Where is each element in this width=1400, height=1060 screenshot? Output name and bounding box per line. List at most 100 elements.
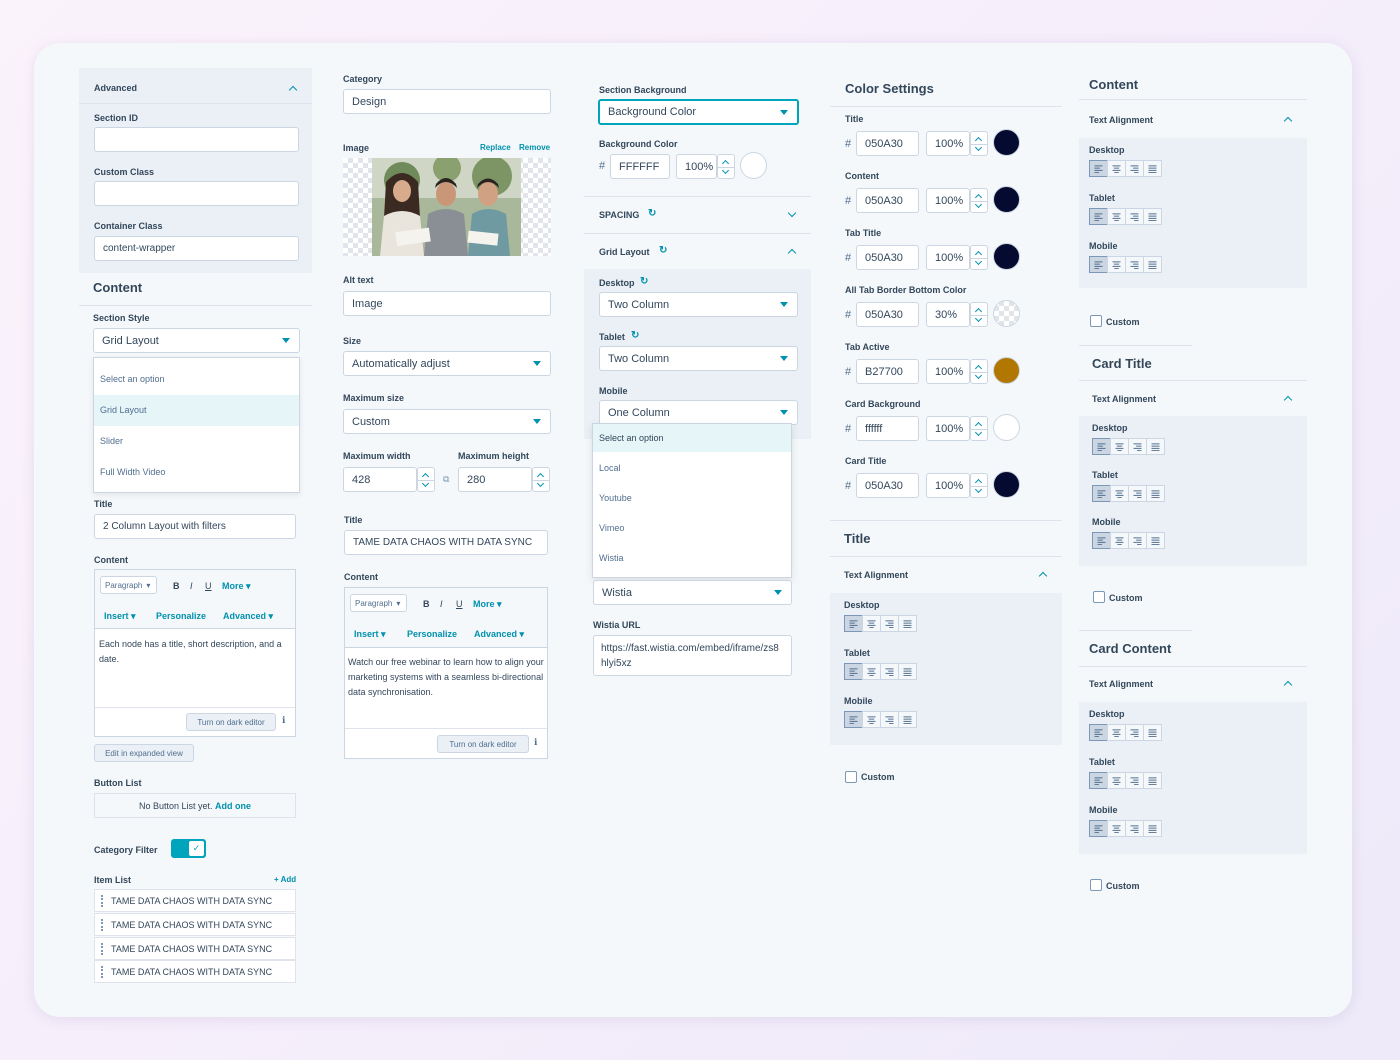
add-one-link[interactable]: Add one — [215, 801, 251, 811]
alt-text-input[interactable]: Image — [343, 291, 551, 316]
opacity-stepper[interactable] — [970, 131, 988, 156]
drag-handle-icon[interactable] — [101, 966, 103, 978]
dropdown-option[interactable]: Full Width Video — [94, 467, 299, 477]
italic-button[interactable]: I — [190, 581, 193, 591]
opacity-stepper[interactable] — [970, 359, 988, 384]
align-center-icon[interactable] — [862, 615, 881, 632]
align-center-icon[interactable] — [1110, 438, 1129, 455]
dropdown-option[interactable]: Grid Layout — [94, 405, 299, 415]
advanced-menu[interactable]: Advanced ▾ — [474, 629, 524, 640]
color-hex-input[interactable]: 050A30 — [856, 473, 919, 498]
align-center-icon[interactable] — [1110, 532, 1129, 549]
background-color-opacity[interactable]: 100% — [676, 154, 717, 179]
color-opacity-input[interactable]: 100% — [926, 245, 970, 270]
align-justify-icon[interactable] — [1143, 772, 1162, 789]
align-center-icon[interactable] — [1107, 820, 1126, 837]
align-left-icon[interactable] — [1089, 772, 1108, 789]
align-right-icon[interactable] — [1125, 208, 1144, 225]
align-right-icon[interactable] — [1125, 160, 1144, 177]
list-item[interactable]: TAME DATA CHAOS WITH DATA SYNC — [94, 960, 296, 983]
drag-handle-icon[interactable] — [101, 919, 103, 931]
color-opacity-input[interactable]: 100% — [926, 188, 970, 213]
background-color-swatch[interactable] — [740, 152, 767, 179]
tablet-layout-select[interactable]: Two Column — [599, 346, 798, 371]
align-center-icon[interactable] — [1110, 485, 1129, 502]
editor-text-2[interactable]: Watch our free webinar to learn how to a… — [348, 655, 544, 700]
align-left-icon[interactable] — [1089, 208, 1108, 225]
dropdown-option[interactable]: Select an option — [94, 374, 299, 384]
maximum-size-select[interactable]: Custom — [343, 409, 551, 434]
color-hex-input[interactable]: 050A30 — [856, 131, 919, 156]
bold-button[interactable]: B — [173, 581, 180, 591]
container-class-input[interactable]: content-wrapper — [94, 236, 299, 261]
advanced-menu[interactable]: Advanced ▾ — [223, 611, 273, 622]
align-right-icon[interactable] — [880, 711, 899, 728]
custom-checkbox[interactable] — [845, 771, 857, 783]
add-item-button[interactable]: + Add — [274, 875, 296, 884]
more-menu[interactable]: More ▾ — [473, 599, 502, 610]
color-opacity-input[interactable]: 30% — [926, 302, 970, 327]
dropdown-option[interactable]: Vimeo — [593, 523, 791, 533]
title-input-2[interactable]: TAME DATA CHAOS WITH DATA SYNC — [344, 530, 548, 555]
drag-handle-icon[interactable] — [101, 895, 103, 907]
list-item[interactable]: TAME DATA CHAOS WITH DATA SYNC — [94, 937, 296, 960]
opacity-stepper[interactable] — [970, 473, 988, 498]
color-hex-input[interactable]: 050A30 — [856, 302, 919, 327]
opacity-stepper[interactable] — [970, 416, 988, 441]
align-left-icon[interactable] — [844, 615, 863, 632]
section-id-input[interactable] — [94, 127, 299, 152]
align-left-icon[interactable] — [1092, 532, 1111, 549]
color-swatch[interactable] — [993, 186, 1020, 213]
link-ratio-icon[interactable]: ⧉ — [443, 474, 449, 485]
opacity-stepper[interactable] — [717, 154, 735, 179]
align-justify-icon[interactable] — [898, 663, 917, 680]
color-swatch[interactable] — [993, 243, 1020, 270]
align-right-icon[interactable] — [880, 615, 899, 632]
align-right-icon[interactable] — [1125, 772, 1144, 789]
align-right-icon[interactable] — [1128, 485, 1147, 502]
align-center-icon[interactable] — [1107, 724, 1126, 741]
custom-checkbox[interactable] — [1093, 591, 1105, 603]
color-swatch[interactable] — [993, 414, 1020, 441]
category-input[interactable]: Design — [343, 89, 551, 114]
dropdown-option[interactable]: Youtube — [593, 493, 791, 503]
align-center-icon[interactable] — [1107, 160, 1126, 177]
replace-image-link[interactable]: Replace — [480, 143, 511, 152]
section-style-select[interactable]: Grid Layout — [93, 328, 300, 353]
insert-menu[interactable]: Insert ▾ — [104, 611, 136, 622]
align-center-icon[interactable] — [1107, 772, 1126, 789]
align-left-icon[interactable] — [1089, 724, 1108, 741]
align-justify-icon[interactable] — [898, 711, 917, 728]
align-left-icon[interactable] — [1089, 256, 1108, 273]
align-right-icon[interactable] — [1125, 724, 1144, 741]
align-right-icon[interactable] — [1125, 820, 1144, 837]
color-hex-input[interactable]: B27700 — [856, 359, 919, 384]
align-center-icon[interactable] — [1107, 256, 1126, 273]
color-swatch[interactable] — [993, 357, 1020, 384]
paragraph-select[interactable]: Paragraph ▾ — [350, 594, 407, 612]
opacity-stepper[interactable] — [970, 302, 988, 327]
opacity-stepper[interactable] — [970, 188, 988, 213]
align-justify-icon[interactable] — [1143, 256, 1162, 273]
dropdown-option[interactable]: Select an option — [593, 433, 791, 443]
dark-editor-button[interactable]: Turn on dark editor — [186, 713, 276, 731]
editor-text[interactable]: Each node has a title, short description… — [99, 637, 293, 667]
align-left-icon[interactable] — [1089, 820, 1108, 837]
dropdown-option[interactable]: Slider — [94, 436, 299, 446]
wistia-url-input[interactable]: https://fast.wistia.com/embed/iframe/zs8… — [593, 635, 792, 676]
opacity-stepper[interactable] — [970, 245, 988, 270]
size-select[interactable]: Automatically adjust — [343, 351, 551, 376]
align-left-icon[interactable] — [1092, 438, 1111, 455]
dropdown-option[interactable]: Wistia — [593, 553, 791, 563]
desktop-layout-select[interactable]: Two Column — [599, 292, 798, 317]
italic-button[interactable]: I — [440, 599, 443, 609]
list-item[interactable]: TAME DATA CHAOS WITH DATA SYNC — [94, 913, 296, 936]
align-center-icon[interactable] — [862, 663, 881, 680]
color-opacity-input[interactable]: 100% — [926, 416, 970, 441]
align-right-icon[interactable] — [1128, 532, 1147, 549]
personalize-button[interactable]: Personalize — [407, 629, 457, 639]
remove-image-link[interactable]: Remove — [519, 143, 550, 152]
underline-button[interactable]: U — [456, 599, 463, 609]
align-justify-icon[interactable] — [1146, 485, 1165, 502]
personalize-button[interactable]: Personalize — [156, 611, 206, 621]
